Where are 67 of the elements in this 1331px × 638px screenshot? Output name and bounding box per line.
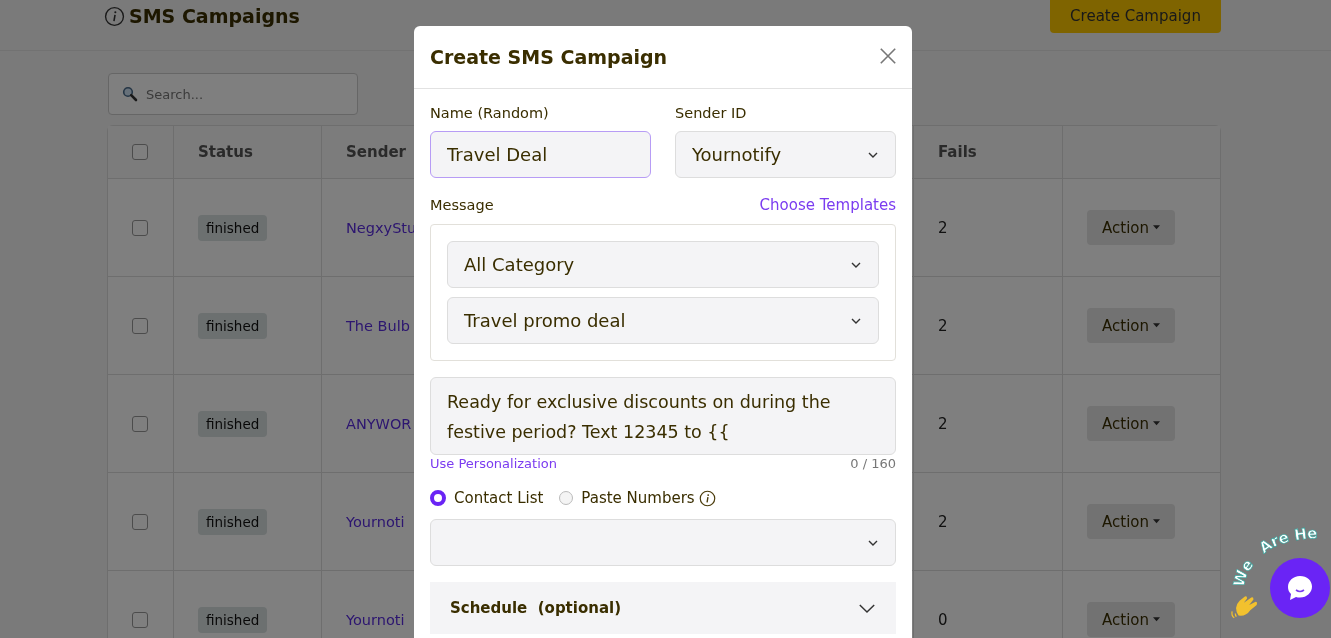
sender-link[interactable]: ANYWOR xyxy=(346,415,412,432)
category-select[interactable]: All Category xyxy=(447,241,879,288)
chevron-down-icon xyxy=(867,150,879,159)
column-header: Sender xyxy=(346,143,406,161)
caret-icon xyxy=(1153,617,1160,622)
table-cell: 2 xyxy=(938,512,948,531)
schedule-title: Schedule (optional) xyxy=(450,599,622,617)
radio-label[interactable]: Contact List xyxy=(454,489,544,507)
dialog-title: Create SMS Campaign xyxy=(430,46,668,68)
sender-link[interactable]: Yournoti xyxy=(346,513,405,530)
action-dropdown-button[interactable]: Action xyxy=(1087,210,1175,245)
column-header: Status xyxy=(198,143,253,161)
caret-icon xyxy=(1153,519,1160,524)
chat-bubble-icon xyxy=(1285,573,1315,603)
chevron-down-icon xyxy=(850,316,862,325)
action-dropdown-button[interactable]: Action xyxy=(1087,406,1175,441)
message-textarea[interactable]: Ready for exclusive discounts on during the festive period? Text 12345 to {{ xyxy=(430,377,896,455)
column-header: Fails xyxy=(938,143,977,161)
chevron-down-icon xyxy=(850,260,862,269)
row-checkbox[interactable] xyxy=(132,219,148,236)
status-badge: finished xyxy=(198,410,268,437)
caret-icon xyxy=(1153,323,1160,328)
chevron-down-icon xyxy=(867,538,879,547)
use-personalization-link[interactable]: Use Personalization xyxy=(430,456,557,471)
template-select[interactable]: Travel promo deal xyxy=(447,297,879,344)
chevron-down-icon xyxy=(858,602,876,614)
radio-label[interactable]: Paste Numbers xyxy=(581,489,695,507)
name-input[interactable]: Travel Deal xyxy=(430,131,651,178)
radio-button[interactable] xyxy=(559,491,574,505)
field-label: Name (Random) xyxy=(430,105,550,121)
row-checkbox[interactable] xyxy=(132,611,148,628)
select-all-checkbox[interactable] xyxy=(132,144,148,160)
status-badge: finished xyxy=(198,606,268,633)
character-counter: 0 / 160 xyxy=(850,456,896,471)
action-dropdown-button[interactable]: Action xyxy=(1087,308,1175,343)
table-cell: 0 xyxy=(938,610,948,629)
sender-link[interactable]: The Bulb xyxy=(346,317,410,334)
sender-id-select[interactable]: Yournotify xyxy=(675,131,896,178)
info-icon xyxy=(104,5,125,27)
field-label: Message xyxy=(430,197,494,213)
chat-button[interactable] xyxy=(1270,558,1330,618)
info-icon xyxy=(698,489,716,507)
schedule-section[interactable]: Schedule (optional) xyxy=(430,582,896,634)
status-badge: finished xyxy=(198,312,268,339)
caret-icon xyxy=(1153,421,1160,426)
choose-templates-link[interactable]: Choose Templates xyxy=(759,196,896,214)
create-campaign-button[interactable]: Create Campaign xyxy=(1050,0,1221,33)
row-checkbox[interactable] xyxy=(132,317,148,334)
status-badge: finished xyxy=(198,508,268,535)
row-checkbox[interactable] xyxy=(132,513,148,530)
status-badge: finished xyxy=(198,214,268,241)
table-cell: 2 xyxy=(938,316,948,335)
caret-icon xyxy=(1153,225,1160,230)
row-checkbox[interactable] xyxy=(132,415,148,432)
contact-list-select[interactable] xyxy=(430,519,896,566)
sender-link[interactable]: Yournoti xyxy=(346,611,405,628)
radio-button[interactable] xyxy=(430,490,446,506)
search-icon xyxy=(122,86,138,102)
page-title: SMS Campaigns xyxy=(129,5,300,27)
search-field[interactable]: Search... xyxy=(108,73,358,115)
action-dropdown-button[interactable]: Action xyxy=(1087,602,1175,637)
close-button[interactable] xyxy=(878,47,898,67)
sender-link[interactable]: NegxyStu xyxy=(346,219,417,236)
action-dropdown-button[interactable]: Action xyxy=(1087,504,1175,539)
table-cell: 2 xyxy=(938,414,948,433)
field-label: Sender ID xyxy=(675,105,748,121)
table-cell: 2 xyxy=(938,218,948,237)
